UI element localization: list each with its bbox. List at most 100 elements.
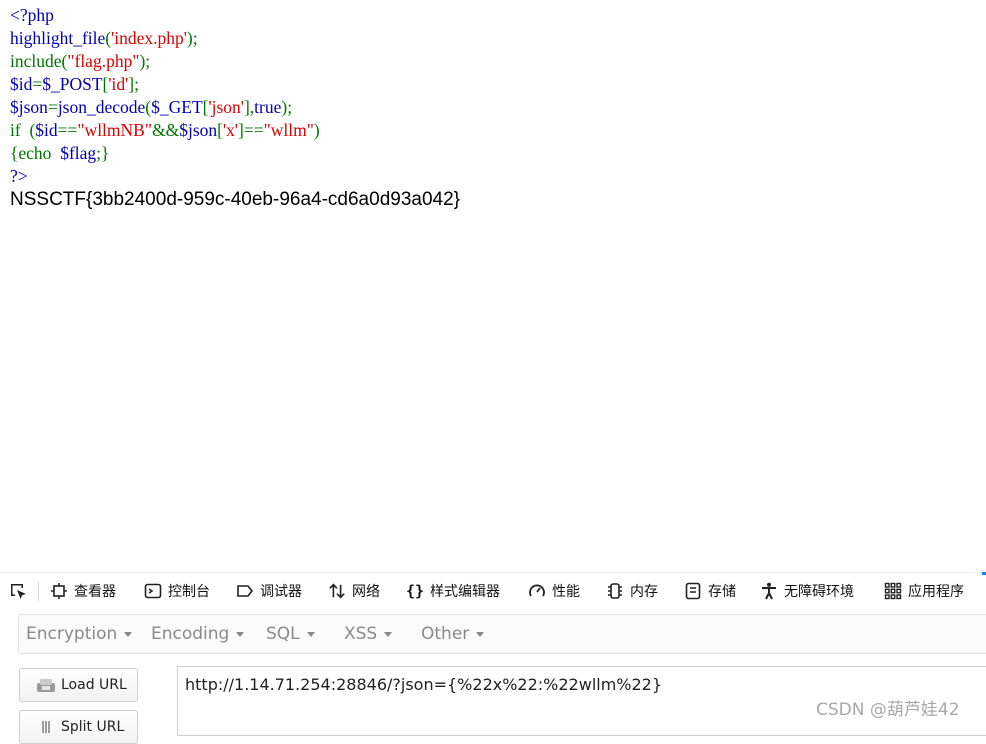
code-token: "wllm" (263, 120, 314, 140)
code-token: include( (10, 51, 68, 71)
code-token: ;} (96, 143, 110, 163)
menu-other[interactable]: Other (421, 615, 485, 653)
code-token: ]; (128, 74, 139, 94)
code-token: ); (139, 51, 151, 71)
menu-label: Encoding (151, 624, 230, 644)
code-token: 'index.php' (111, 28, 187, 48)
tab-network[interactable]: 网络 (328, 573, 380, 609)
menu-label: SQL (266, 624, 300, 644)
code-line: <?php (10, 5, 54, 25)
tab-label: 性能 (552, 584, 580, 600)
tab-application[interactable]: 应用程序 (884, 573, 964, 609)
code-token: ); (186, 28, 198, 48)
tab-label: 内存 (630, 584, 658, 600)
menu-label: Encryption (26, 624, 118, 644)
split-url-button[interactable]: Split URL (19, 710, 138, 744)
flag-output: NSSCTF{3bb2400d-959c-40eb-96a4-cd6a0d93a… (10, 189, 461, 210)
menu-encryption[interactable]: Encryption (26, 615, 133, 653)
load-url-icon (36, 677, 56, 693)
url-value: http://1.14.71.254:28846/?json={%22x%22:… (185, 675, 663, 694)
code-token: ?> (10, 166, 28, 186)
tab-label: 网络 (352, 584, 380, 600)
inspector-icon (50, 582, 68, 600)
tab-performance[interactable]: 性能 (528, 573, 580, 609)
code-token: 'x' (222, 120, 239, 140)
code-token: = (32, 74, 43, 94)
load-url-button[interactable]: Load URL (19, 668, 138, 702)
code-line: $id=$_POST['id']; (10, 74, 139, 94)
tab-accessibility[interactable]: 无障碍环境 (760, 573, 854, 609)
tab-label: 查看器 (74, 584, 116, 600)
code-token: $_GET (151, 97, 203, 117)
split-url-icon (36, 719, 56, 735)
menu-xss[interactable]: XSS (344, 615, 393, 653)
split-url-label: Split URL (61, 719, 125, 735)
tab-label: 控制台 (168, 584, 210, 600)
hackbar-menu-bar: Encryption Encoding SQL XSS Other (18, 614, 986, 654)
tab-label: 样式编辑器 (430, 584, 500, 600)
code-token: "wllmNB" (77, 120, 152, 140)
style-editor-icon: {} (405, 582, 425, 600)
toolbar-divider (38, 581, 39, 601)
code-token: ) (313, 120, 320, 140)
memory-icon (606, 582, 624, 600)
chevron-down-icon (306, 631, 315, 637)
devtools-toolbar: 查看器 控制台 调试器 网络 {} 样式编辑器 性能 内存 存储 无障碍环境 应… (0, 572, 986, 609)
code-token: ], (243, 97, 255, 117)
code-token: && (151, 120, 180, 140)
load-url-label: Load URL (61, 677, 127, 693)
tab-label: 应用程序 (908, 584, 964, 600)
code-line: include("flag.php"); (10, 51, 150, 71)
code-line: ?> (10, 166, 28, 186)
code-token: $_POST (42, 74, 103, 94)
tab-inspector[interactable]: 查看器 (50, 573, 116, 609)
watermark: CSDN @葫芦娃42 (816, 700, 960, 720)
tab-label: 存储 (708, 584, 736, 600)
network-icon (328, 582, 346, 600)
tab-label: 调试器 (260, 584, 302, 600)
code-token: json_decode (57, 97, 146, 117)
code-token: 'id' (108, 74, 129, 94)
code-token: if ( (10, 120, 36, 140)
active-tab-indicator (982, 572, 986, 575)
code-line: $json=json_decode($_GET['json'],true); (10, 97, 292, 117)
code-token: = (47, 97, 58, 117)
code-token: $json (179, 120, 218, 140)
code-token: {echo (10, 143, 61, 163)
code-token: highlight_file (10, 28, 106, 48)
menu-label: Other (421, 624, 470, 644)
chevron-down-icon (476, 631, 485, 637)
storage-icon (684, 582, 702, 600)
code-token: $id (10, 74, 33, 94)
code-line: highlight_file('index.php'); (10, 28, 198, 48)
tab-console[interactable]: 控制台 (144, 573, 210, 609)
code-token: == (57, 120, 78, 140)
php-source-code: <?php highlight_file('index.php'); inclu… (10, 4, 320, 188)
accessibility-icon (760, 582, 778, 600)
code-token: $flag (60, 143, 97, 163)
menu-label: XSS (344, 624, 378, 644)
tab-style-editor[interactable]: {} 样式编辑器 (406, 573, 500, 609)
console-icon (144, 582, 162, 600)
menu-sql[interactable]: SQL (266, 615, 315, 653)
chevron-down-icon (236, 631, 245, 637)
code-token: 'json' (208, 97, 244, 117)
element-picker-button[interactable] (6, 579, 32, 605)
code-line: if ($id=="wllmNB"&&$json['x']=="wllm") (10, 120, 320, 140)
application-icon (884, 582, 902, 600)
performance-icon (528, 582, 546, 600)
chevron-down-icon (124, 631, 133, 637)
tab-debugger[interactable]: 调试器 (236, 573, 302, 609)
debugger-icon (236, 582, 254, 600)
code-token: ); (281, 97, 293, 117)
menu-encoding[interactable]: Encoding (151, 615, 245, 653)
code-token: <?php (10, 5, 54, 25)
tab-memory[interactable]: 内存 (606, 573, 658, 609)
code-token: true (254, 97, 282, 117)
code-token: ]== (238, 120, 264, 140)
tab-storage[interactable]: 存储 (684, 573, 736, 609)
code-token: $id (35, 120, 58, 140)
tab-label: 无障碍环境 (784, 584, 854, 600)
code-token: $json (10, 97, 48, 117)
code-line: {echo $flag;} (10, 143, 109, 163)
